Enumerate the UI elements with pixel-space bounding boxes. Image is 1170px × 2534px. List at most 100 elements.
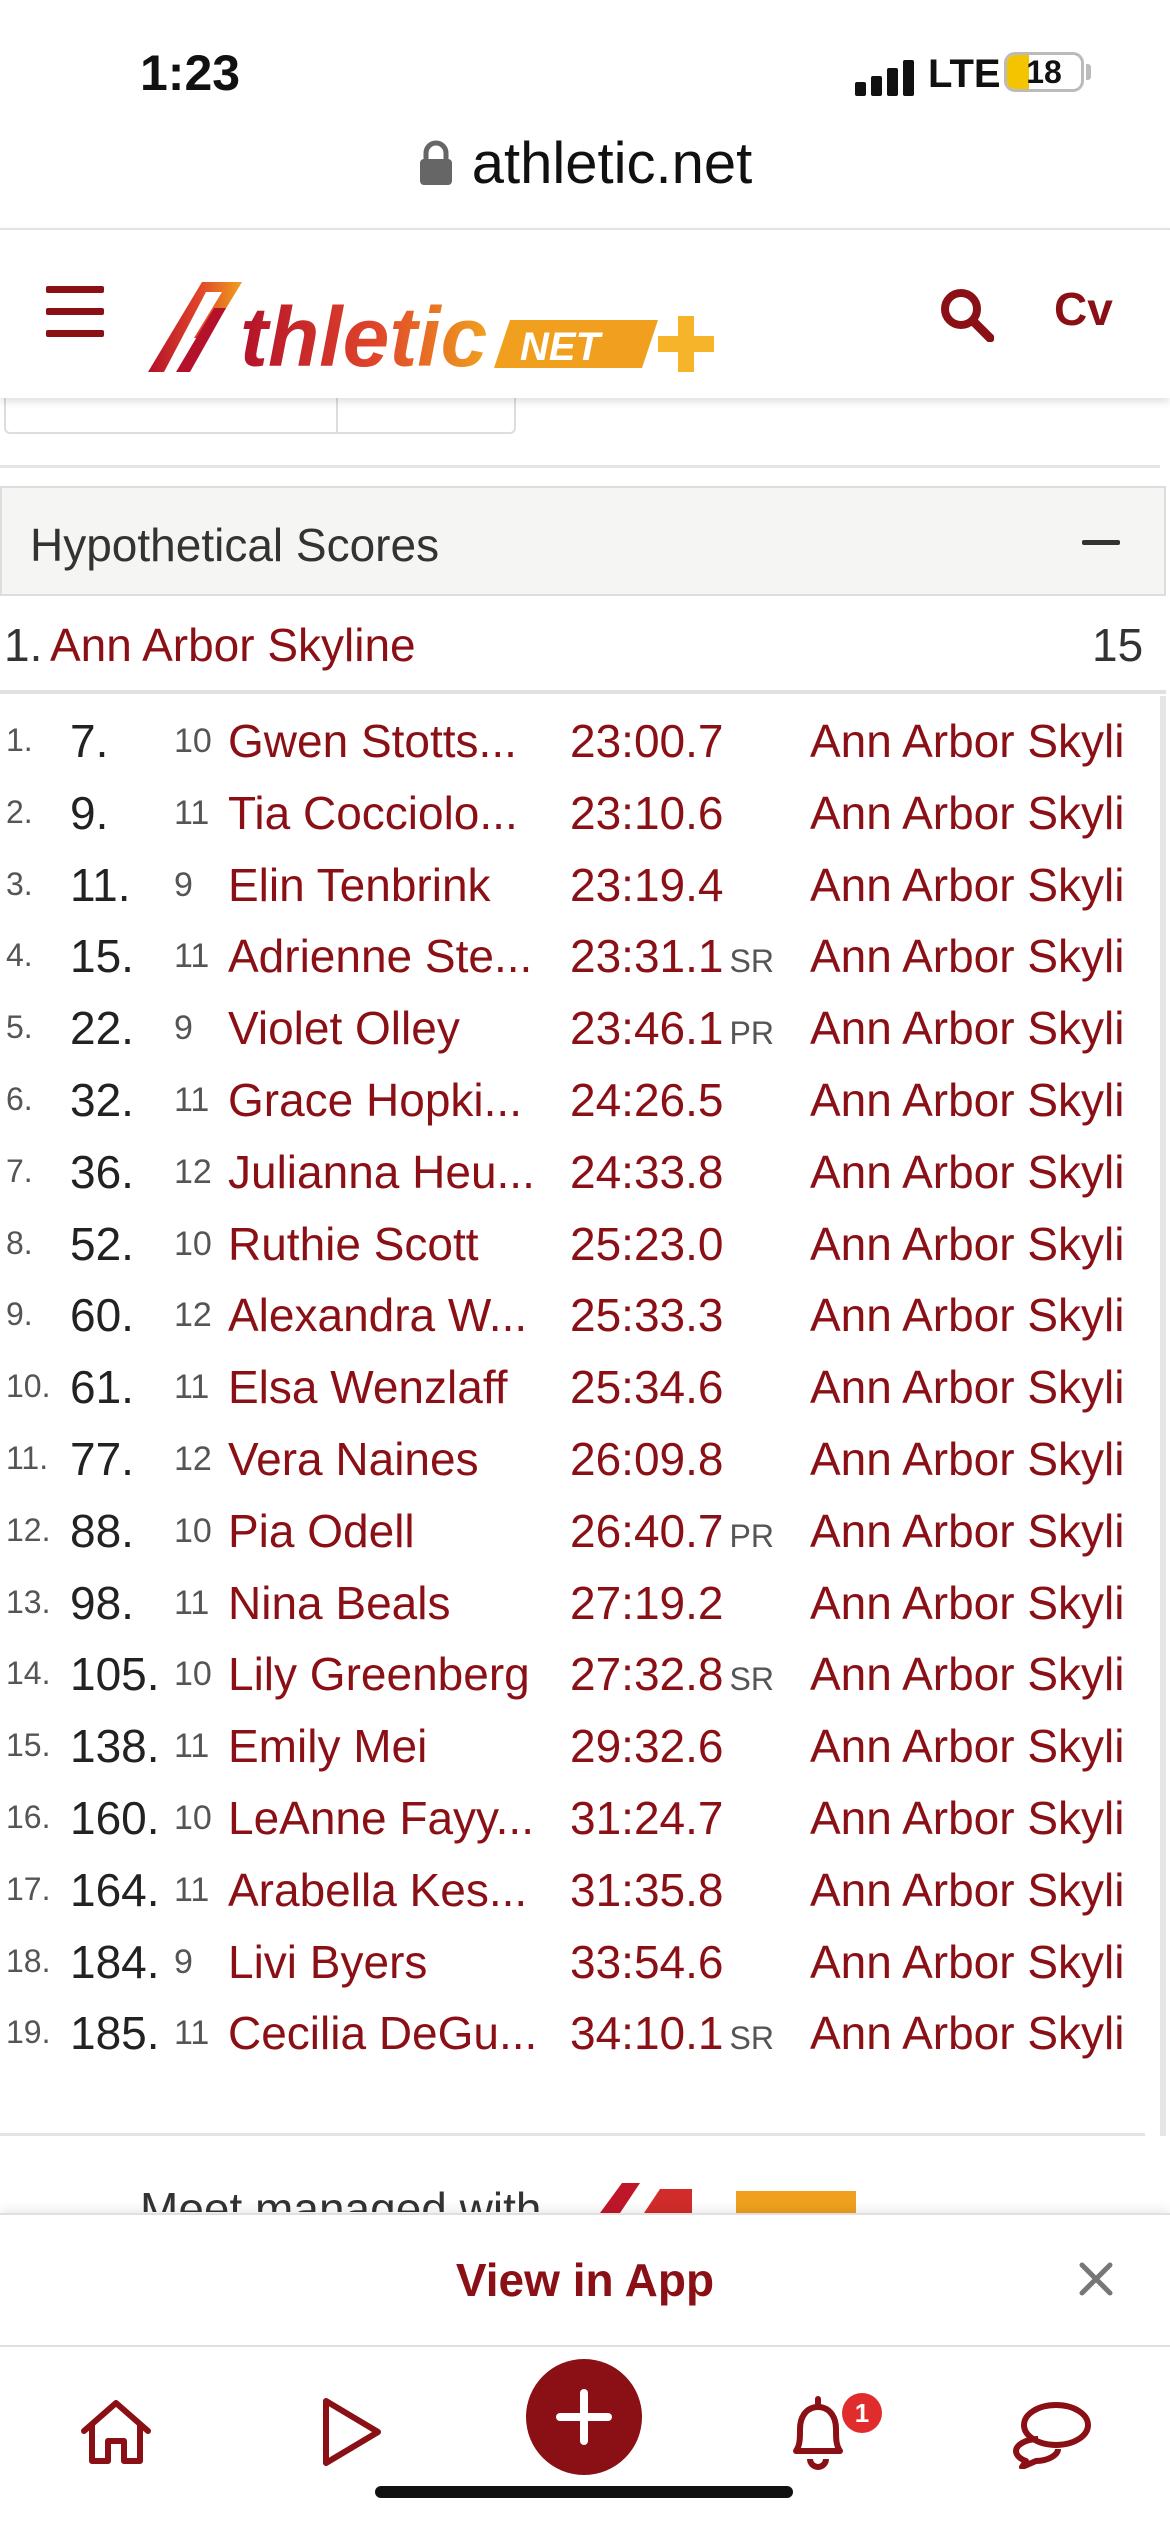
athletic-net-logo[interactable]: thletic NET bbox=[148, 272, 728, 382]
time-value: 23:19.4 bbox=[570, 858, 724, 911]
play-icon[interactable] bbox=[318, 2395, 384, 2469]
team-link[interactable]: Ann Arbor Skyli bbox=[810, 1647, 1155, 1701]
team-link[interactable]: Ann Arbor Skyli bbox=[810, 1360, 1155, 1414]
athlete-link[interactable]: Adrienne Ste... bbox=[228, 929, 548, 983]
time-value: 29:32.6 bbox=[570, 1720, 724, 1773]
athlete-link[interactable]: Vera Naines bbox=[228, 1432, 548, 1486]
team-link[interactable]: Ann Arbor Skyli bbox=[810, 1576, 1155, 1630]
time-link[interactable]: 23:00.7 bbox=[570, 714, 723, 768]
time-link[interactable]: 23:10.6 bbox=[570, 786, 723, 840]
bell-icon[interactable] bbox=[784, 2395, 852, 2471]
place: 60. bbox=[70, 1289, 134, 1342]
team-link[interactable]: Ann Arbor Skyli bbox=[810, 2006, 1155, 2060]
status-bar: 1:23 LTE 18 athletic.net bbox=[0, 0, 1170, 196]
place: 184. bbox=[70, 1935, 160, 1988]
menu-icon[interactable] bbox=[46, 286, 104, 338]
team-link[interactable]: Ann Arbor Skyli bbox=[810, 1288, 1155, 1342]
result-row: 18. 184. 9 Livi Byers 33:54.6 Ann Arbor Skyli bbox=[0, 1919, 1160, 1991]
team-rank: 1. bbox=[4, 619, 43, 671]
tab-divider bbox=[336, 396, 338, 434]
time-link[interactable]: 23:19.4 bbox=[570, 858, 723, 912]
athlete-link[interactable]: LeAnne Fayy... bbox=[228, 1791, 548, 1845]
time-link[interactable]: 26:09.8 bbox=[570, 1432, 723, 1486]
team-link[interactable]: Ann Arbor Skyli bbox=[810, 1073, 1155, 1127]
team-link[interactable]: Ann Arbor Skyli bbox=[810, 1217, 1155, 1271]
athlete-link[interactable]: Pia Odell bbox=[228, 1504, 548, 1558]
tab-bar-remnant[interactable] bbox=[4, 396, 516, 434]
time-link[interactable]: 27:19.2 bbox=[570, 1576, 723, 1630]
team-link[interactable]: Ann Arbor Skyline bbox=[50, 618, 416, 672]
account-button[interactable]: Cv bbox=[1054, 282, 1113, 336]
add-button[interactable] bbox=[526, 2359, 642, 2475]
time-link[interactable]: 33:54.6 bbox=[570, 1935, 723, 1989]
time-link[interactable]: 24:26.5 bbox=[570, 1073, 723, 1127]
team-link[interactable]: Ann Arbor Skyli bbox=[810, 1935, 1155, 1989]
row-index: 13. bbox=[6, 1583, 51, 1620]
team-link[interactable]: Ann Arbor Skyli bbox=[810, 1145, 1155, 1199]
result-row: 10. 61. 11 Elsa Wenzlaff 25:34.6 Ann Arbor Sk… bbox=[0, 1344, 1160, 1416]
time-value: 26:40.7 bbox=[570, 1504, 724, 1557]
grade: 11 bbox=[174, 1583, 210, 1622]
record-badge: PR bbox=[729, 1517, 774, 1554]
result-row: 6. 32. 11 Grace Hopki... 24:26.5 Ann Arbor Sk… bbox=[0, 1057, 1160, 1129]
team-link[interactable]: Ann Arbor Skyli bbox=[810, 1001, 1155, 1055]
row-index: 18. bbox=[6, 1942, 51, 1979]
time-link[interactable]: 31:24.7 bbox=[570, 1791, 723, 1845]
athlete-link[interactable]: Tia Cocciolo... bbox=[228, 786, 548, 840]
time-link[interactable]: 27:32.8 SR bbox=[570, 1647, 774, 1701]
team-link[interactable]: Ann Arbor Skyli bbox=[810, 1863, 1155, 1917]
time-link[interactable]: 29:32.6 bbox=[570, 1719, 723, 1773]
team-link[interactable]: Ann Arbor Skyli bbox=[810, 1504, 1155, 1558]
time-link[interactable]: 23:31.1 SR bbox=[570, 929, 774, 983]
row-index: 14. bbox=[6, 1655, 51, 1692]
place: 9. bbox=[70, 786, 109, 839]
athlete-link[interactable]: Elin Tenbrink bbox=[228, 858, 548, 912]
athlete-link[interactable]: Grace Hopki... bbox=[228, 1073, 548, 1127]
athlete-link[interactable]: Lily Greenberg bbox=[228, 1647, 548, 1701]
team-link[interactable]: Ann Arbor Skyli bbox=[810, 858, 1155, 912]
url-text: athletic.net bbox=[471, 131, 753, 196]
place: 160. bbox=[70, 1792, 160, 1844]
athlete-link[interactable]: Ruthie Scott bbox=[228, 1217, 548, 1271]
athlete-link[interactable]: Livi Byers bbox=[228, 1935, 548, 1989]
record-badge: SR bbox=[729, 2020, 774, 2057]
athlete-link[interactable]: Julianna Heu... bbox=[228, 1145, 548, 1199]
address-bar[interactable]: athletic.net bbox=[0, 130, 1170, 197]
athlete-link[interactable]: Emily Mei bbox=[228, 1719, 548, 1773]
meet-managed-text: Meet managed with bbox=[140, 2183, 542, 2212]
athlete-link[interactable]: Cecilia DeGu... bbox=[228, 2006, 548, 2060]
search-icon[interactable] bbox=[938, 286, 994, 342]
home-icon[interactable] bbox=[78, 2397, 154, 2467]
team-link[interactable]: Ann Arbor Skyli bbox=[810, 786, 1155, 840]
row-index: 10. bbox=[6, 1368, 51, 1405]
view-in-app-button[interactable]: View in App bbox=[0, 2253, 1170, 2307]
athlete-link[interactable]: Gwen Stotts... bbox=[228, 714, 548, 768]
athlete-link[interactable]: Nina Beals bbox=[228, 1576, 548, 1630]
time-link[interactable]: 34:10.1 SR bbox=[570, 2006, 774, 2060]
result-row: 11. 77. 12 Vera Naines 26:09.8 Ann Arbor Skyl… bbox=[0, 1416, 1160, 1488]
time-link[interactable]: 26:40.7 PR bbox=[570, 1504, 774, 1558]
time-link[interactable]: 23:46.1 PR bbox=[570, 1001, 774, 1055]
athlete-link[interactable]: Alexandra W... bbox=[228, 1288, 548, 1342]
chat-icon[interactable] bbox=[1008, 2399, 1094, 2469]
time-link[interactable]: 24:33.8 bbox=[570, 1145, 723, 1199]
time-link[interactable]: 25:34.6 bbox=[570, 1360, 723, 1414]
team-link[interactable]: Ann Arbor Skyli bbox=[810, 1432, 1155, 1486]
time-link[interactable]: 25:23.0 bbox=[570, 1217, 723, 1271]
time-link[interactable]: 25:33.3 bbox=[570, 1288, 723, 1342]
team-link[interactable]: Ann Arbor Skyli bbox=[810, 1719, 1155, 1773]
athlete-link[interactable]: Violet Olley bbox=[228, 1001, 548, 1055]
team-link[interactable]: Ann Arbor Skyli bbox=[810, 1791, 1155, 1845]
result-row: 13. 98. 11 Nina Beals 27:19.2 Ann Arbor Skyli bbox=[0, 1560, 1160, 1632]
scrollbar[interactable] bbox=[1160, 696, 1166, 2136]
row-index: 9. bbox=[6, 1296, 33, 1333]
close-icon[interactable] bbox=[1074, 2257, 1118, 2301]
collapse-icon[interactable] bbox=[1082, 540, 1120, 545]
team-link[interactable]: Ann Arbor Skyli bbox=[810, 714, 1155, 768]
team-link[interactable]: Ann Arbor Skyli bbox=[810, 929, 1155, 983]
grade: 10 bbox=[174, 722, 212, 760]
hypothetical-scores-header[interactable]: Hypothetical Scores bbox=[0, 486, 1166, 596]
time-link[interactable]: 31:35.8 bbox=[570, 1863, 723, 1917]
athlete-link[interactable]: Arabella Kes... bbox=[228, 1863, 548, 1917]
athlete-link[interactable]: Elsa Wenzlaff bbox=[228, 1360, 548, 1414]
